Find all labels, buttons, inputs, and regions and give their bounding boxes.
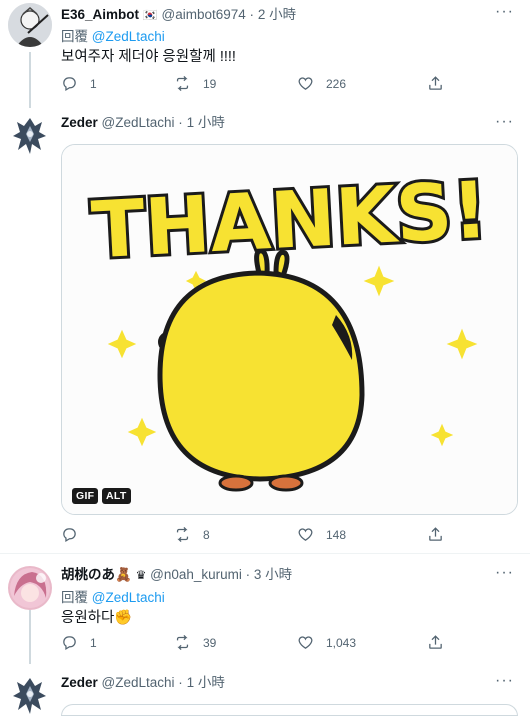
tweet-header: Zeder @ZedLtachi · 1 小時 <box>61 114 225 132</box>
alt-badge[interactable]: ALT <box>102 488 131 504</box>
heart-icon <box>298 528 313 541</box>
heart-icon <box>298 77 313 90</box>
reply-icon <box>63 528 76 543</box>
flag-emoji: 🇰🇷 <box>142 8 158 22</box>
tweet-zeder[interactable]: Zeder @ZedLtachi · 1 小時 ··· THANKS! GIF … <box>0 108 530 552</box>
user-handle[interactable]: @n0ah_kurumi <box>150 567 242 582</box>
reply-context: 回覆 @ZedLtachi <box>61 25 165 45</box>
separator-dot: · <box>249 7 255 22</box>
reply-context: 回覆 @ZedLtachi <box>61 586 165 606</box>
tweet-zeder-2[interactable]: Zeder @ZedLtachi · 1 小時 ··· <box>0 664 530 718</box>
thanks-chick-image: THANKS! <box>62 145 517 514</box>
retweet-button[interactable]: 8 <box>174 526 210 543</box>
reply-button[interactable] <box>61 526 90 543</box>
tweet-actions: 1 19 226 <box>61 75 461 95</box>
tweet-aimbot[interactable]: E36_Aimbot 🇰🇷 @aimbot6974 · 2 小時 ··· 回覆 … <box>0 0 530 108</box>
thread-line <box>29 610 31 664</box>
tweet-text: 보여주자 제더야 응원할께 !!!! <box>61 49 236 65</box>
retweet-count: 8 <box>203 527 210 542</box>
reply-count: 1 <box>90 76 97 91</box>
display-name[interactable]: E36_Aimbot <box>61 7 139 22</box>
retweet-count: 19 <box>203 76 217 91</box>
crown-icon: ♛ <box>135 568 147 582</box>
share-icon <box>429 527 442 541</box>
tweet-kurumi[interactable]: 胡桃のあ🧸 ♛ @n0ah_kurumi · 3 小時 ··· 回覆 @ZedL… <box>0 554 530 664</box>
tweet-header: 胡桃のあ🧸 ♛ @n0ah_kurumi · 3 小時 <box>61 566 292 584</box>
avatar[interactable] <box>8 674 52 718</box>
user-handle[interactable]: @ZedLtachi <box>102 115 175 130</box>
display-name[interactable]: 胡桃のあ🧸 <box>61 567 132 582</box>
like-button[interactable]: 226 <box>297 75 346 92</box>
tweet-actions: 8 148 <box>61 526 461 546</box>
user-handle[interactable]: @aimbot6974 <box>162 7 246 22</box>
reply-button[interactable]: 1 <box>61 634 97 651</box>
retweet-icon <box>176 75 189 92</box>
share-button[interactable] <box>427 75 444 92</box>
share-button[interactable] <box>427 634 444 651</box>
reply-icon <box>63 77 76 92</box>
timestamp[interactable]: 1 小時 <box>187 115 225 130</box>
thread-line <box>29 52 31 108</box>
more-icon[interactable]: ··· <box>495 564 514 582</box>
avatar[interactable] <box>8 114 52 158</box>
like-count: 148 <box>326 527 347 542</box>
tweet-header: Zeder @ZedLtachi · 1 小時 <box>61 674 225 692</box>
share-icon <box>429 76 442 90</box>
separator-dot: · <box>178 115 183 130</box>
gif-badge[interactable]: GIF <box>72 488 99 504</box>
more-icon[interactable]: ··· <box>495 113 514 131</box>
display-name[interactable]: Zeder <box>61 115 98 130</box>
tweet-header: E36_Aimbot 🇰🇷 @aimbot6974 · 2 小時 <box>61 6 296 24</box>
avatar[interactable] <box>8 3 52 47</box>
avatar-zeder-image <box>8 114 52 158</box>
reply-prefix: 回覆 <box>61 590 88 605</box>
separator-dot: · <box>245 567 251 582</box>
tweet-text: 응원하다✊ <box>61 610 133 626</box>
share-button[interactable] <box>427 526 444 543</box>
retweet-count: 39 <box>203 635 217 650</box>
more-icon[interactable]: ··· <box>495 672 514 690</box>
like-button[interactable]: 1,043 <box>297 634 356 651</box>
reply-count: 1 <box>90 635 97 650</box>
like-count: 226 <box>326 76 347 91</box>
user-handle[interactable]: @ZedLtachi <box>102 675 175 690</box>
tweet-actions: 1 39 1,043 <box>61 634 461 654</box>
avatar-kurumi-image <box>8 566 52 610</box>
more-icon[interactable]: ··· <box>495 3 514 21</box>
reply-mention-link[interactable]: @ZedLtachi <box>92 590 165 605</box>
separator-dot: · <box>178 675 183 690</box>
timestamp[interactable]: 1 小時 <box>187 675 225 690</box>
reply-prefix: 回覆 <box>61 29 88 44</box>
timestamp[interactable]: 2 小時 <box>258 7 296 22</box>
timestamp[interactable]: 3 小時 <box>254 567 292 582</box>
avatar-zeder-image <box>8 674 52 718</box>
avatar-aimbot-image <box>8 3 52 47</box>
heart-icon <box>298 636 313 649</box>
retweet-icon <box>176 526 189 543</box>
reply-mention-link[interactable]: @ZedLtachi <box>92 29 165 44</box>
avatar[interactable] <box>8 566 52 610</box>
media-preview-edge[interactable] <box>61 704 518 716</box>
gif-media[interactable]: THANKS! GIF ALT <box>61 144 518 515</box>
like-button[interactable]: 148 <box>297 526 346 543</box>
retweet-button[interactable]: 39 <box>174 634 216 651</box>
reply-icon <box>63 636 76 651</box>
retweet-button[interactable]: 19 <box>174 75 216 92</box>
share-icon <box>429 635 442 649</box>
display-name[interactable]: Zeder <box>61 675 98 690</box>
like-count: 1,043 <box>326 635 357 650</box>
reply-button[interactable]: 1 <box>61 75 97 92</box>
retweet-icon <box>176 634 189 651</box>
